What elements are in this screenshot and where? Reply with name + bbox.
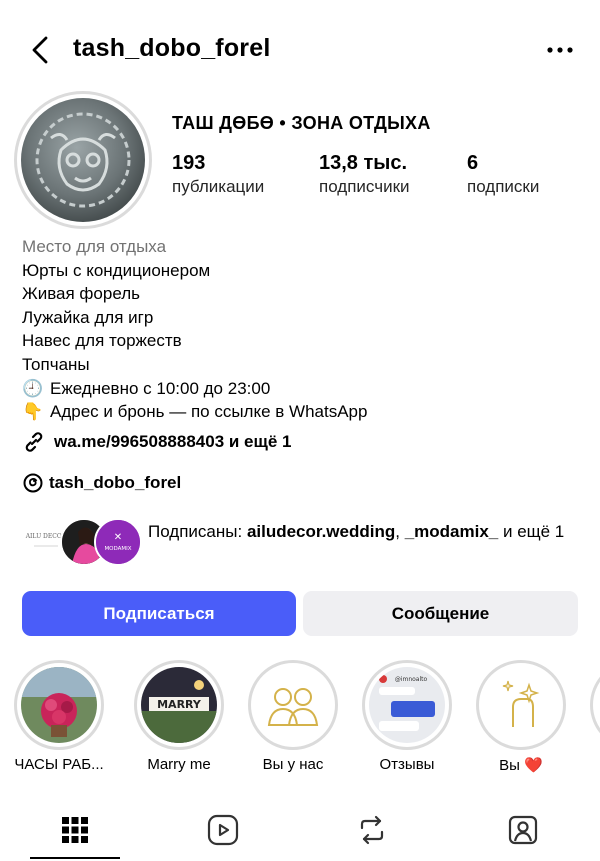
follower-link[interactable]: _modamix_	[405, 522, 499, 541]
bio-address-text: Адрес и бронь — по ссылке в WhatsApp	[50, 402, 368, 422]
bio: Место для отдыха Юрты с кондиционером Жи…	[22, 235, 582, 424]
top-bar: tash_dobo_forel	[0, 22, 600, 78]
highlight-item[interactable]: ЧАСЫ РАБ...	[9, 660, 109, 773]
stat-posts-label: публикации	[172, 177, 265, 196]
followed-by-text: Подписаны: ailudecor.wedding, _modamix_ …	[148, 522, 565, 541]
bio-address: 👇 Адрес и бронь — по ссылке в WhatsApp	[22, 400, 582, 424]
highlight-item[interactable]: Вы у нас	[243, 660, 343, 773]
stat-following-label: подписки	[467, 177, 540, 196]
followed-by[interactable]: AILU DECOR ✕ MODAMIX Подписаны: ailudeco…	[22, 518, 582, 570]
tab-reels[interactable]	[178, 805, 268, 855]
active-tab-indicator	[30, 857, 120, 859]
bio-hours: 🕘 Ежедневно с 10:00 до 23:00	[22, 377, 582, 401]
threads-badge[interactable]: tash_dobo_forel	[22, 472, 181, 494]
follower-link[interactable]: ailudecor.wedding	[247, 522, 395, 541]
external-link-text: wa.me/996508888403 и ещё 1	[54, 432, 292, 451]
highlight-cover-text: MARRY	[157, 698, 202, 711]
follower-avatar: ✕ MODAMIX	[94, 518, 142, 566]
clock-icon: 🕘	[22, 378, 44, 398]
profile-display-name: ТАШ ДӨБӨ • ЗОНА ОТДЫХА	[172, 113, 431, 133]
highlight-label: Отзывы	[379, 756, 435, 773]
tab-posts-grid[interactable]	[30, 805, 120, 855]
external-link[interactable]: wa.me/996508888403 и ещё 1	[22, 430, 291, 454]
highlight-label: Вы у нас	[262, 756, 324, 773]
follow-button[interactable]: Подписаться	[22, 591, 296, 636]
highlight-label: ЧАСЫ РАБ...	[14, 756, 104, 773]
stat-posts-count: 193	[172, 152, 206, 174]
svg-text:✕: ✕	[114, 532, 122, 543]
link-icon	[25, 432, 43, 452]
highlight-cover	[255, 667, 331, 743]
more-horizontal-icon	[547, 47, 573, 53]
avatar-brand-text: MODAMIX	[104, 546, 131, 552]
highlight-cover: MARRY	[141, 667, 217, 743]
username-title: tash_dobo_forel	[73, 34, 271, 62]
back-button[interactable]	[22, 32, 58, 68]
bio-line: Топчаны	[22, 354, 90, 374]
threads-icon	[23, 473, 43, 493]
tab-tagged[interactable]	[478, 805, 568, 855]
profile-tabs	[0, 805, 600, 861]
tab-reposts[interactable]	[327, 805, 417, 855]
stat-followers[interactable]: 13,8 тыс. подписчики	[319, 150, 410, 198]
highlight-item-partial[interactable]	[590, 660, 600, 750]
stat-followers-count: 13,8 тыс.	[319, 152, 408, 174]
bio-hours-text: Ежедневно с 10:00 до 23:00	[50, 378, 271, 398]
repost-icon	[360, 815, 384, 845]
highlight-label: Вы ❤️	[499, 757, 543, 774]
pointing-down-icon: 👇	[22, 402, 44, 422]
tagged-person-icon	[508, 815, 538, 845]
bio-line: Юрты с кондиционером	[22, 260, 211, 280]
highlight-cover	[483, 667, 559, 743]
stat-following-count: 6	[467, 152, 479, 174]
highlight-cover-text: @imnoalto	[395, 676, 428, 683]
reels-icon	[207, 814, 239, 846]
bio-line: Живая форель	[22, 284, 140, 304]
bio-category: Место для отдыха	[22, 237, 167, 256]
profile-avatar	[21, 98, 145, 222]
more-options-button[interactable]	[542, 32, 578, 68]
stat-following[interactable]: 6 подписки	[467, 150, 539, 198]
highlight-cover: @imnoalto	[369, 667, 445, 743]
bio-line: Навес для торжеств	[22, 331, 182, 351]
message-button[interactable]: Сообщение	[303, 591, 578, 636]
profile-avatar-ring[interactable]	[14, 91, 152, 229]
highlight-label: Marry me	[147, 756, 211, 773]
stat-followers-label: подписчики	[319, 177, 410, 196]
threads-username: tash_dobo_forel	[49, 473, 182, 492]
highlight-item[interactable]: @imnoalto Отзывы	[357, 660, 457, 773]
grid-icon	[62, 817, 88, 843]
chevron-left-icon	[32, 36, 48, 64]
highlight-item[interactable]: MARRY Marry me	[129, 660, 229, 773]
highlight-item[interactable]: Вы ❤️	[471, 660, 571, 774]
bio-line: Лужайка для игр	[22, 307, 154, 327]
highlight-cover	[21, 667, 97, 743]
stat-posts[interactable]: 193 публикации	[172, 150, 264, 198]
